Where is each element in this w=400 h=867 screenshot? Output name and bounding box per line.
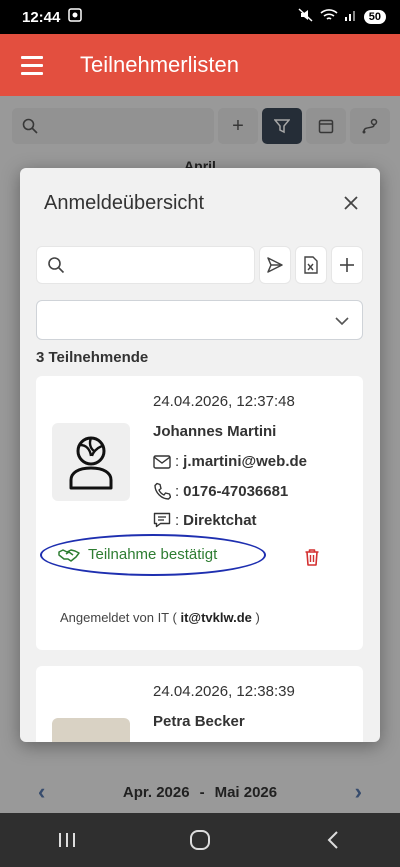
dialog-title: Anmeldeübersicht xyxy=(44,192,205,214)
back-icon xyxy=(327,831,339,849)
participant-phone[interactable]: : 0176-47036681 xyxy=(153,482,288,500)
participant-card: 24.04.2026, 12:37:48 Johannes Martini : … xyxy=(36,376,363,650)
back-button[interactable] xyxy=(303,820,363,860)
app-bar: Teilnehmerlisten xyxy=(0,34,400,96)
chat-value: Direktchat xyxy=(183,511,257,529)
participant-email[interactable]: : j.martini@web.de xyxy=(153,453,307,470)
excel-export-button[interactable] xyxy=(295,246,327,284)
delete-participant-button[interactable] xyxy=(304,548,320,571)
chevron-down-icon xyxy=(335,317,349,326)
registered-email: it@tvklw.de xyxy=(180,610,252,625)
registration-date: 24.04.2026, 12:38:39 xyxy=(153,683,295,700)
hamburger-menu-icon[interactable] xyxy=(21,55,43,75)
send-button[interactable] xyxy=(259,246,291,284)
system-navigation-bar xyxy=(0,813,400,867)
search-icon xyxy=(48,257,65,274)
avatar xyxy=(52,718,130,742)
recent-apps-icon xyxy=(58,833,75,847)
registered-prefix: Angemeldet von IT ( xyxy=(60,610,177,625)
registration-overview-dialog: Anmeldeübersicht 3 Teilnehmende 24.04.20… xyxy=(20,168,380,742)
dialog-toolbar xyxy=(36,246,363,284)
participant-direct-chat[interactable]: : Direktchat xyxy=(153,511,257,529)
phone-icon xyxy=(154,482,171,500)
screen-record-icon xyxy=(68,8,83,26)
registered-suffix: ) xyxy=(255,610,260,625)
status-bar: 12:44 50 xyxy=(0,0,400,34)
avatar xyxy=(52,423,130,501)
status-time: 12:44 xyxy=(22,8,61,26)
filter-select[interactable] xyxy=(36,300,363,340)
wifi-icon xyxy=(320,8,338,26)
search-input[interactable] xyxy=(73,257,254,273)
registered-by-note: Angemeldet von IT ( it@tvklw.de ) xyxy=(60,610,260,625)
participation-status: Teilnahme bestätigt xyxy=(88,546,218,563)
signal-icon xyxy=(344,8,358,26)
excel-file-icon xyxy=(304,256,318,274)
participant-list: 24.04.2026, 12:37:48 Johannes Martini : … xyxy=(20,374,380,742)
close-icon[interactable] xyxy=(340,192,362,214)
mail-icon xyxy=(153,454,171,469)
participant-card: 24.04.2026, 12:38:39 Petra Becker xyxy=(36,666,363,742)
battery-indicator: 50 xyxy=(363,10,386,24)
participant-name: Petra Becker xyxy=(153,713,245,730)
home-icon xyxy=(189,830,210,850)
participant-count: 3 Teilnehmende xyxy=(36,349,149,366)
trash-icon xyxy=(305,549,319,566)
plus-icon xyxy=(340,258,354,272)
email-value: j.martini@web.de xyxy=(183,453,307,470)
registration-date: 24.04.2026, 12:37:48 xyxy=(153,393,295,410)
handshake-icon xyxy=(58,548,80,562)
home-button[interactable] xyxy=(170,820,230,860)
add-participant-button[interactable] xyxy=(331,246,363,284)
chat-icon xyxy=(153,512,171,528)
send-icon xyxy=(267,257,283,273)
mute-icon xyxy=(298,8,314,26)
recent-apps-button[interactable] xyxy=(37,820,97,860)
participant-search xyxy=(36,246,255,284)
volleyball-player-icon xyxy=(69,436,113,490)
participant-name: Johannes Martini xyxy=(153,423,277,440)
page-title: Teilnehmerlisten xyxy=(80,52,239,77)
participation-confirmed-button[interactable]: Teilnahme bestätigt xyxy=(58,546,217,563)
phone-value: 0176-47036681 xyxy=(183,482,289,500)
